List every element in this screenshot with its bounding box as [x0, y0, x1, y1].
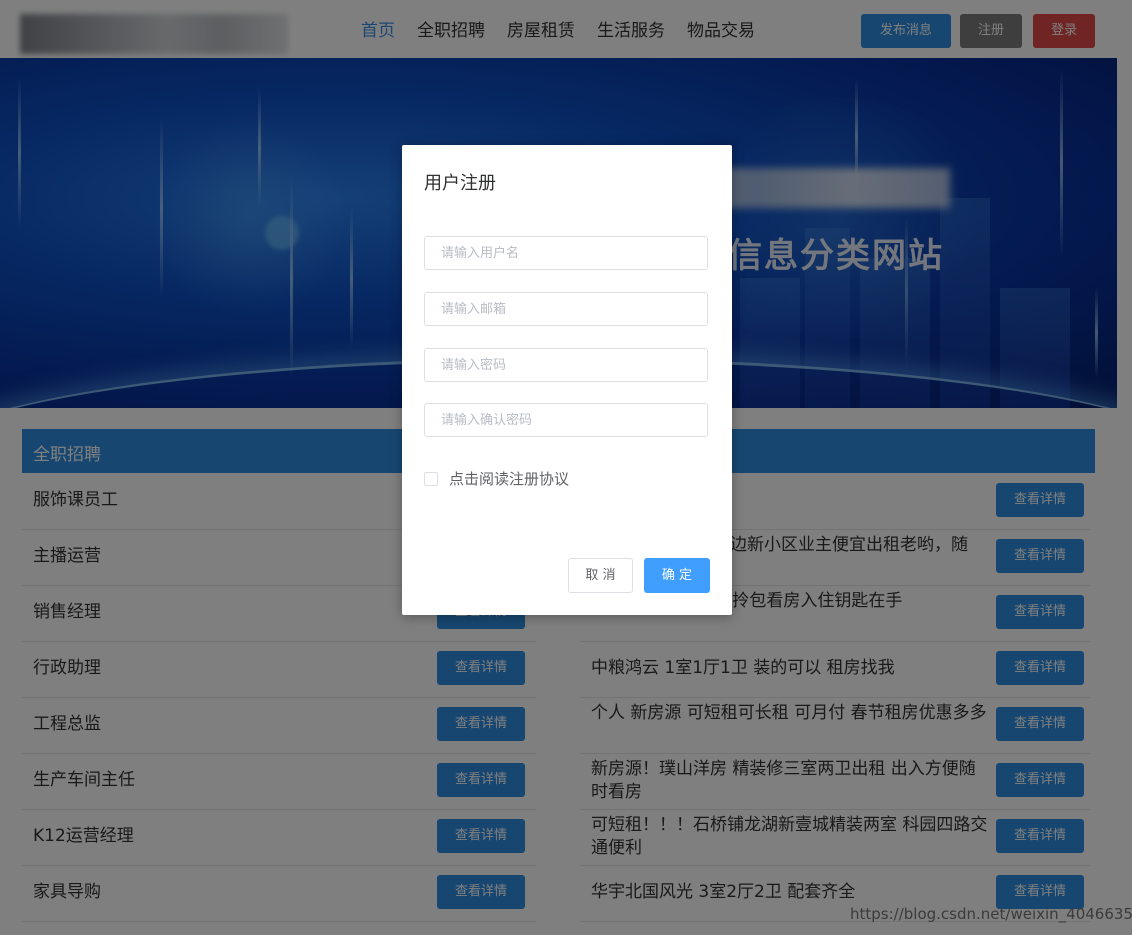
dialog-title: 用户注册 — [424, 173, 496, 194]
agreement-checkbox[interactable] — [424, 471, 438, 486]
agreement-row: 点击阅读注册协议 — [424, 468, 569, 489]
password-input[interactable] — [424, 348, 708, 382]
register-dialog: 用户注册 点击阅读注册协议 取 消 确 定 — [402, 145, 732, 615]
agreement-label[interactable]: 点击阅读注册协议 — [449, 468, 569, 489]
email-input[interactable] — [424, 292, 708, 326]
cancel-button[interactable]: 取 消 — [568, 558, 633, 593]
confirm-password-input[interactable] — [424, 403, 708, 437]
username-input[interactable] — [424, 236, 708, 270]
confirm-button[interactable]: 确 定 — [644, 558, 710, 593]
